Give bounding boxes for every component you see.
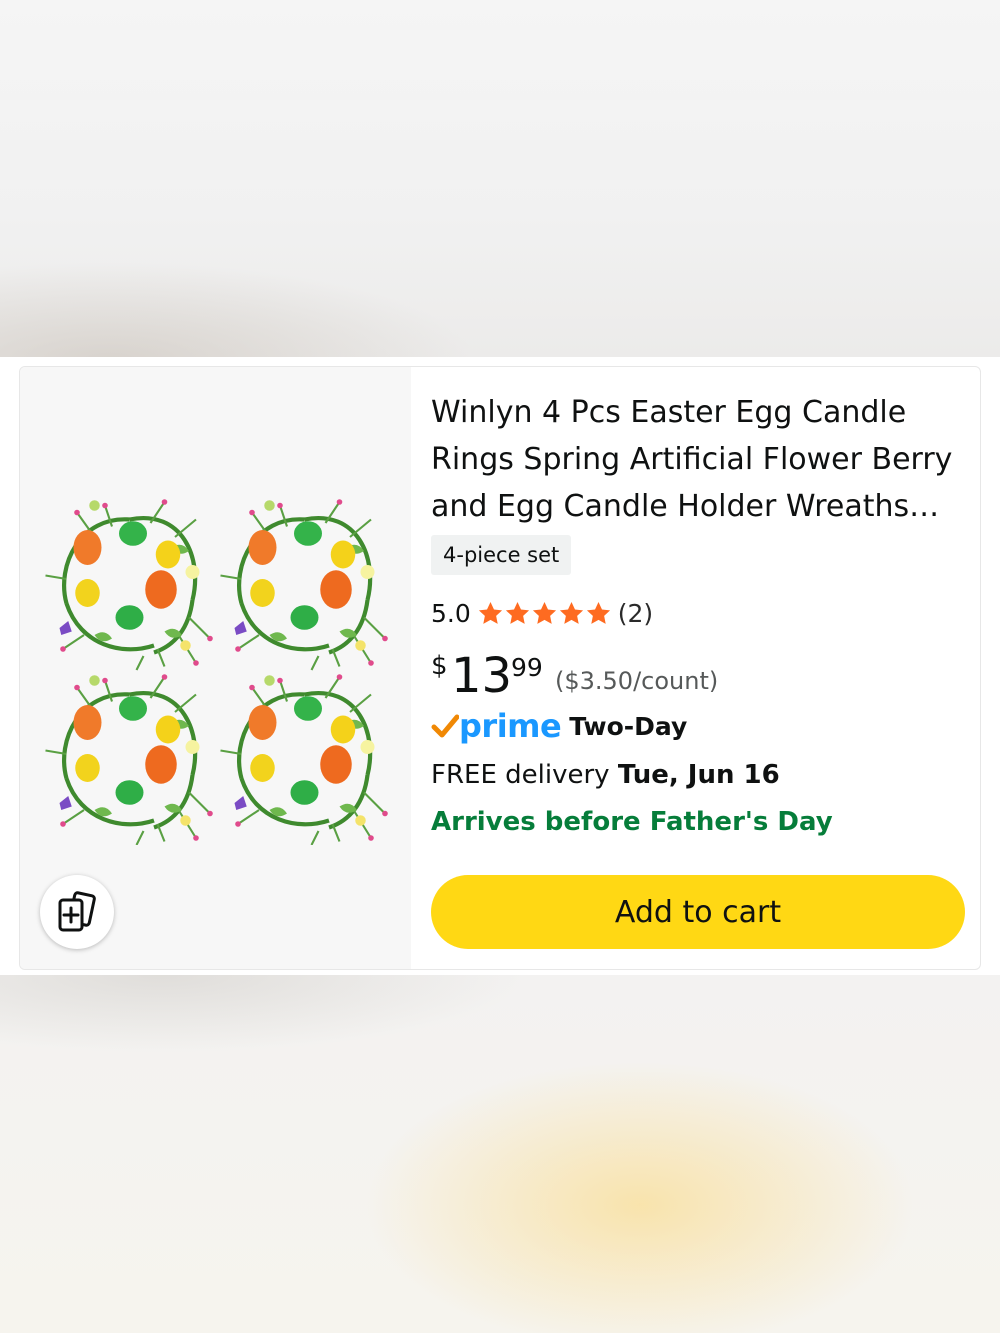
- delivery-info: FREE delivery Tue, Jun 16: [431, 760, 780, 790]
- product-image[interactable]: [42, 495, 392, 845]
- compare-cards-icon: [58, 891, 96, 932]
- star-rating: [477, 600, 612, 627]
- delivery-date: Tue, Jun 16: [617, 760, 780, 790]
- star-icon: [532, 601, 556, 624]
- product-image-pane[interactable]: [20, 367, 411, 969]
- background-bottom: [0, 975, 1000, 1333]
- prime-check-icon: [431, 714, 459, 738]
- price-currency: $: [431, 651, 448, 681]
- prime-badge: prime Two-Day: [431, 705, 687, 747]
- arrival-note: Arrives before Father's Day: [431, 807, 833, 837]
- price-whole: 13: [451, 648, 513, 704]
- star-icon: [559, 601, 583, 624]
- product-card-frame: Winlyn 4 Pcs Easter Egg Candle Rings Spr…: [19, 366, 981, 970]
- review-count[interactable]: (2): [618, 599, 653, 628]
- product-title-line[interactable]: Rings Spring Artificial Flower Berry: [431, 436, 961, 483]
- rating-value: 5.0: [431, 598, 471, 628]
- price-fraction: 99: [511, 653, 543, 682]
- unit-price: ($3.50/count): [555, 667, 719, 695]
- star-icon: [586, 601, 610, 624]
- product-card: Winlyn 4 Pcs Easter Egg Candle Rings Spr…: [0, 357, 1000, 975]
- star-icon: [505, 601, 529, 624]
- rating-row[interactable]: 5.0 (2): [431, 595, 653, 631]
- product-title-line[interactable]: and Egg Candle Holder Wreaths…: [431, 483, 961, 530]
- variant-badge: 4-piece set: [431, 535, 572, 575]
- delivery-prefix: FREE delivery: [431, 760, 610, 790]
- product-title-line[interactable]: Winlyn 4 Pcs Easter Egg Candle: [431, 389, 961, 436]
- add-to-cart-button[interactable]: Add to cart: [431, 875, 965, 949]
- product-title[interactable]: Winlyn 4 Pcs Easter Egg Candle Rings Spr…: [431, 389, 961, 530]
- prime-logo: prime: [459, 707, 562, 745]
- prime-speed: Two-Day: [569, 711, 688, 741]
- product-info: Winlyn 4 Pcs Easter Egg Candle Rings Spr…: [431, 367, 971, 969]
- star-icon: [478, 601, 502, 624]
- compare-button[interactable]: [40, 875, 114, 949]
- background-top: [0, 0, 1000, 357]
